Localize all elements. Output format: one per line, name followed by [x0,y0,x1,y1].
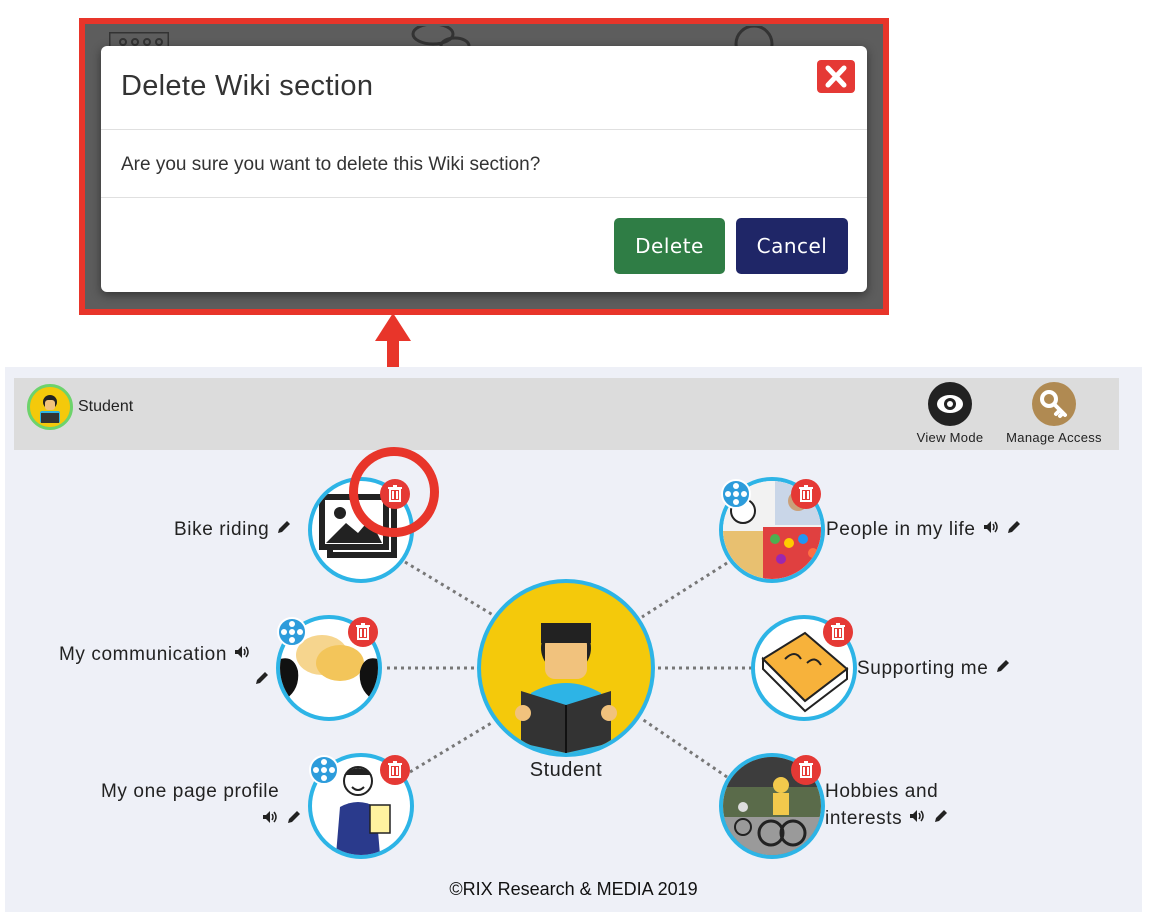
screenshot-root: Delete Wiki section Are you sure you wan… [0,0,1155,912]
dialog-title: Delete Wiki section [121,70,374,102]
delete-button[interactable]: Delete [614,218,725,274]
node-icons-my-one-page-profile [261,808,303,832]
share-network-icon[interactable] [277,617,307,647]
pencil-icon[interactable] [253,669,271,693]
pencil-icon[interactable] [932,807,950,831]
trash-icon[interactable] [791,479,821,509]
dialog-callout-frame: Delete Wiki section Are you sure you wan… [79,18,889,315]
student-reading-icon [515,623,617,753]
speaker-icon[interactable] [261,808,279,832]
pencil-icon[interactable] [1005,518,1023,542]
connector-bike-riding [404,560,494,617]
dialog-footer: Delete Cancel [101,198,867,291]
node-label-text: People in my life [826,519,976,541]
node-label-supporting-me: Supporting me [857,657,1012,681]
node-label-my-one-page-profile: My one page profile [101,781,280,802]
dialog-body: Are you sure you want to delete this Wik… [101,130,867,198]
node-label-text: My communication [59,644,227,666]
speaker-icon[interactable] [908,807,926,831]
trash-icon[interactable] [791,755,821,785]
node-label-bike-riding: Bike riding [174,518,293,542]
node-label-text: Bike riding [174,519,270,541]
node-label-hobbies-line1: Hobbies and [825,781,939,802]
share-network-icon[interactable] [309,755,339,785]
pencil-icon[interactable] [275,518,293,542]
connector-people-in-my-life [641,561,728,619]
highlight-ring [349,447,439,537]
center-node-student[interactable] [477,579,655,757]
pencil-icon[interactable] [285,808,303,832]
connector-hobbies [641,717,728,779]
copyright-footer: ©RIX Research & MEDIA 2019 [449,879,698,899]
node-label-hobbies-line2: interests [825,807,950,831]
node-label-text: Supporting me [857,658,989,680]
node-label-text: interests [825,808,903,830]
connector-my-one-page-profile [409,720,494,774]
close-icon[interactable] [817,60,855,93]
pencil-icon[interactable] [994,657,1012,681]
wiki-app-panel: Student View Mode Manage Access Student … [5,367,1142,912]
trash-icon[interactable] [823,617,853,647]
trash-icon[interactable] [380,755,410,785]
node-label-people-in-my-life: People in my life [826,518,1023,542]
node-label-my-communication: My communication [59,643,251,667]
dialog-message: Are you sure you want to delete this Wik… [121,154,541,175]
pencil-icon-wrap [253,669,271,693]
center-label: Student [529,759,603,781]
speaker-icon[interactable] [233,643,251,667]
dialog-header: Delete Wiki section [101,46,867,130]
speaker-icon[interactable] [982,518,1000,542]
delete-wiki-dialog: Delete Wiki section Are you sure you wan… [101,46,867,292]
trash-icon[interactable] [348,617,378,647]
cancel-button[interactable]: Cancel [736,218,848,274]
share-network-icon[interactable] [721,479,751,509]
